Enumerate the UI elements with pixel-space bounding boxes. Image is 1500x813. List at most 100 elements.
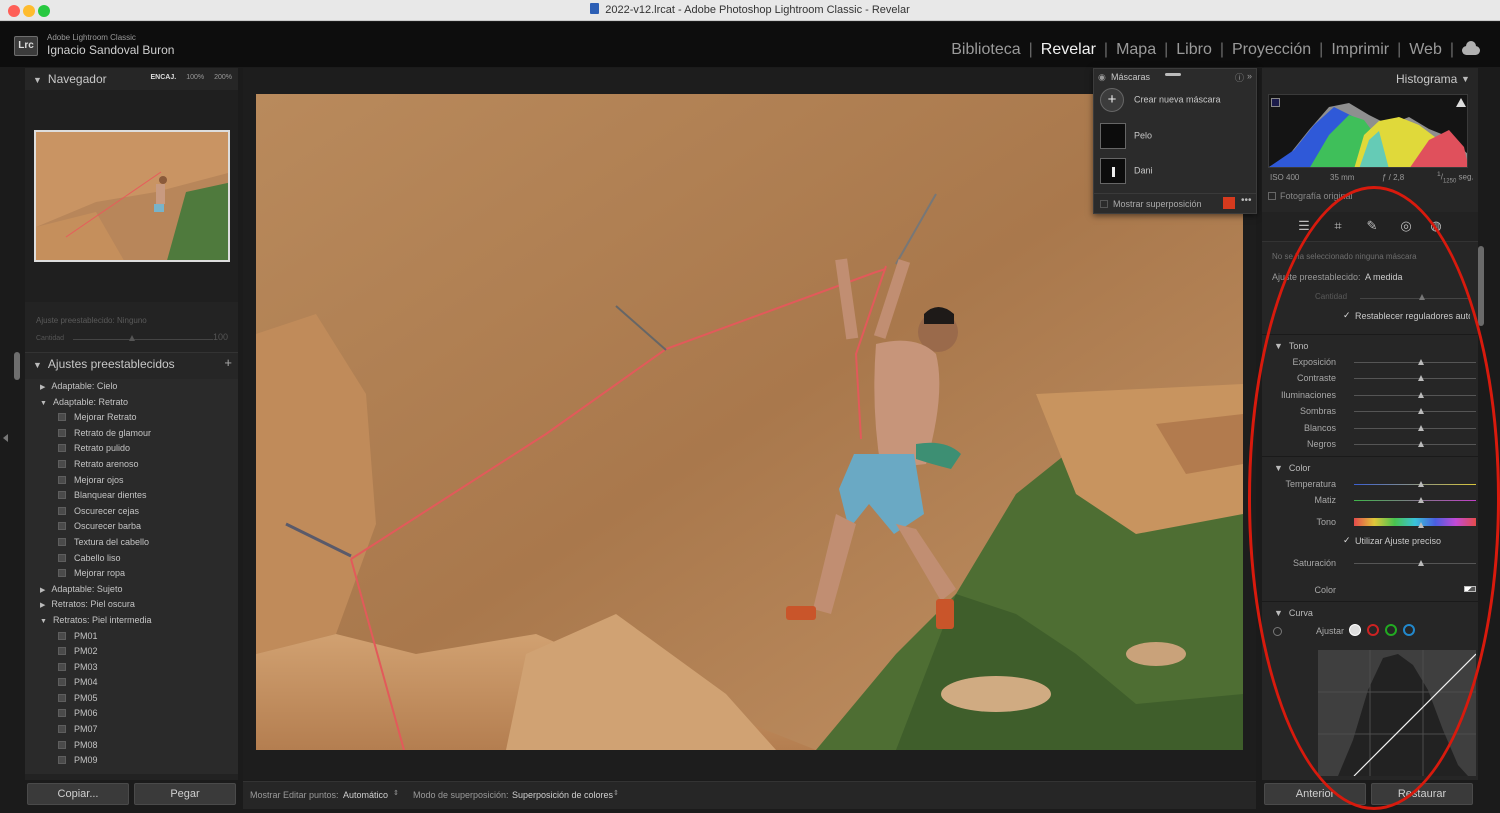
preset-item[interactable]: Oscurecer barba: [25, 519, 238, 535]
preset-folder[interactable]: ▼ Retratos: Piel intermedia: [25, 613, 238, 629]
preset-item[interactable]: Textura del cabello: [25, 535, 238, 551]
preset-icon: [58, 740, 66, 749]
preset-icon: [58, 569, 66, 578]
preset-icon: [58, 413, 66, 422]
create-mask-row[interactable]: + Crear nueva máscara: [1100, 88, 1252, 118]
preset-icon: [58, 537, 66, 546]
preset-item[interactable]: Retrato arenoso: [25, 457, 238, 473]
module-mapa[interactable]: Mapa: [1108, 41, 1164, 59]
help-icon[interactable]: ⓘ: [1235, 71, 1244, 84]
module-libro[interactable]: Libro: [1168, 41, 1220, 59]
preset-icon: [58, 662, 66, 671]
preset-item[interactable]: PM06: [25, 706, 238, 722]
shadow-clipping-icon[interactable]: [1271, 98, 1280, 107]
masks-divider: [1094, 193, 1256, 194]
show-overlay-label: Mostrar superposición: [1113, 199, 1202, 209]
preset-item[interactable]: Mejorar ropa: [25, 566, 238, 582]
module-web[interactable]: Web: [1401, 41, 1450, 59]
lrc-logo: Lrc: [14, 36, 38, 56]
overlay-color-swatch[interactable]: [1223, 197, 1235, 209]
preset-item[interactable]: Cabello liso: [25, 551, 238, 567]
module-imprimir[interactable]: Imprimir: [1323, 41, 1397, 59]
preset-item[interactable]: PM01: [25, 629, 238, 645]
preset-folder[interactable]: ▶ Adaptable: Sujeto: [25, 582, 238, 598]
preset-item[interactable]: PM04: [25, 675, 238, 691]
user-name: Ignacio Sandoval Buron: [47, 43, 175, 57]
slider-knob-icon[interactable]: [129, 335, 135, 341]
right-panel-scrollbar[interactable]: [1478, 246, 1484, 326]
masks-title: Máscaras: [1111, 72, 1151, 82]
mask-item[interactable]: Pelo: [1100, 123, 1252, 153]
window-titlebar: 2022-v12.lrcat - Adobe Photoshop Lightro…: [0, 0, 1500, 21]
preset-item[interactable]: PM07: [25, 722, 238, 738]
left-panel-toggle-icon[interactable]: [3, 434, 8, 442]
add-preset-button[interactable]: +: [224, 355, 232, 370]
quick-amount-label: Cantidad: [36, 335, 65, 342]
copy-button[interactable]: Copiar...: [27, 783, 129, 805]
quick-amount-slider[interactable]: [73, 339, 213, 340]
preset-icon: [58, 553, 66, 562]
preset-folder[interactable]: ▶ Retratos: Piel oscura: [25, 597, 238, 613]
add-mask-icon[interactable]: +: [1100, 88, 1124, 112]
select-arrows-icon: ⇕: [613, 790, 619, 797]
mask-item[interactable]: Dani: [1100, 158, 1252, 188]
preset-item[interactable]: Retrato pulido: [25, 441, 238, 457]
shutter-speed: 1/1250 seg.: [1437, 171, 1474, 185]
left-panel-scrollbar[interactable]: [14, 352, 20, 380]
histogram-title: Histograma: [1396, 72, 1458, 86]
navigator-thumbnail-image: [36, 132, 228, 260]
zoom-fit-option[interactable]: ENCAJ.: [151, 74, 177, 81]
preset-folder[interactable]: ▼ Adaptable: Retrato: [25, 395, 238, 411]
preset-item[interactable]: Mejorar ojos: [25, 473, 238, 489]
overlay-mode-select[interactable]: Superposición de colores: [512, 790, 613, 800]
panel-end-mark: [25, 774, 238, 780]
presets-header[interactable]: ▼ Ajustes preestablecidos: [25, 352, 238, 374]
preset-icon: [58, 709, 66, 718]
preset-icon: [58, 459, 66, 468]
quick-preset-label: Ajuste preestablecido: Ninguno: [36, 316, 147, 325]
preset-icon: [58, 756, 66, 765]
edit-points-label: Mostrar Editar puntos:: [250, 790, 339, 800]
preset-item[interactable]: Retrato de glamour: [25, 426, 238, 442]
highlight-clipping-icon[interactable]: [1456, 98, 1466, 107]
cloud-icon[interactable]: [1462, 40, 1480, 55]
preset-item[interactable]: PM08: [25, 738, 238, 754]
expanded-triangle-icon: ▼: [40, 617, 47, 625]
module-proyeccion[interactable]: Proyección: [1224, 41, 1319, 59]
collapsed-triangle-icon: ▶: [40, 602, 46, 610]
preset-item[interactable]: PM05: [25, 691, 238, 707]
edit-points-select[interactable]: Automático: [343, 790, 388, 800]
paste-button[interactable]: Pegar: [134, 783, 236, 805]
iso-value: ISO 400: [1270, 173, 1300, 182]
collapse-triangle-icon[interactable]: ▼: [1461, 74, 1470, 84]
preset-folder[interactable]: ▶ Adaptable: Cielo: [25, 379, 238, 395]
preset-item[interactable]: PM03: [25, 660, 238, 676]
show-overlay-checkbox[interactable]: [1100, 200, 1108, 208]
preset-item[interactable]: PM09: [25, 753, 238, 769]
module-revelar[interactable]: Revelar: [1033, 41, 1104, 59]
preset-item[interactable]: Blanquear dientes: [25, 488, 238, 504]
collapse-triangle-icon: ▼: [33, 360, 42, 370]
preset-icon: [58, 475, 66, 484]
red-annotation-oval: [1248, 186, 1500, 810]
preset-item[interactable]: PM02: [25, 644, 238, 660]
expanded-triangle-icon: ▼: [40, 399, 47, 407]
quick-amount-value: 100: [212, 332, 228, 342]
zoom-200-option[interactable]: 200%: [214, 74, 232, 81]
preset-item[interactable]: Oscurecer cejas: [25, 504, 238, 520]
histogram-graph[interactable]: [1268, 94, 1468, 168]
more-options-icon[interactable]: •••: [1241, 195, 1252, 206]
module-picker: Biblioteca | Revelar | Mapa | Libro | Proyec…: [943, 40, 1480, 59]
original-photo-checkbox[interactable]: [1268, 192, 1276, 200]
preset-icon: [58, 725, 66, 734]
window-title: 2022-v12.lrcat - Adobe Photoshop Lightro…: [0, 3, 1500, 16]
zoom-100-option[interactable]: 100%: [186, 74, 204, 81]
collapsed-triangle-icon: ▶: [40, 586, 46, 594]
masks-drag-handle[interactable]: [1165, 73, 1181, 76]
module-biblioteca[interactable]: Biblioteca: [943, 41, 1028, 59]
select-arrows-icon: ⇕: [393, 790, 399, 797]
collapse-panel-icon[interactable]: »: [1247, 71, 1252, 81]
masks-eye-icon[interactable]: ◉: [1098, 72, 1106, 83]
preset-item[interactable]: Mejorar Retrato: [25, 410, 238, 426]
navigator-thumbnail[interactable]: [34, 130, 230, 262]
